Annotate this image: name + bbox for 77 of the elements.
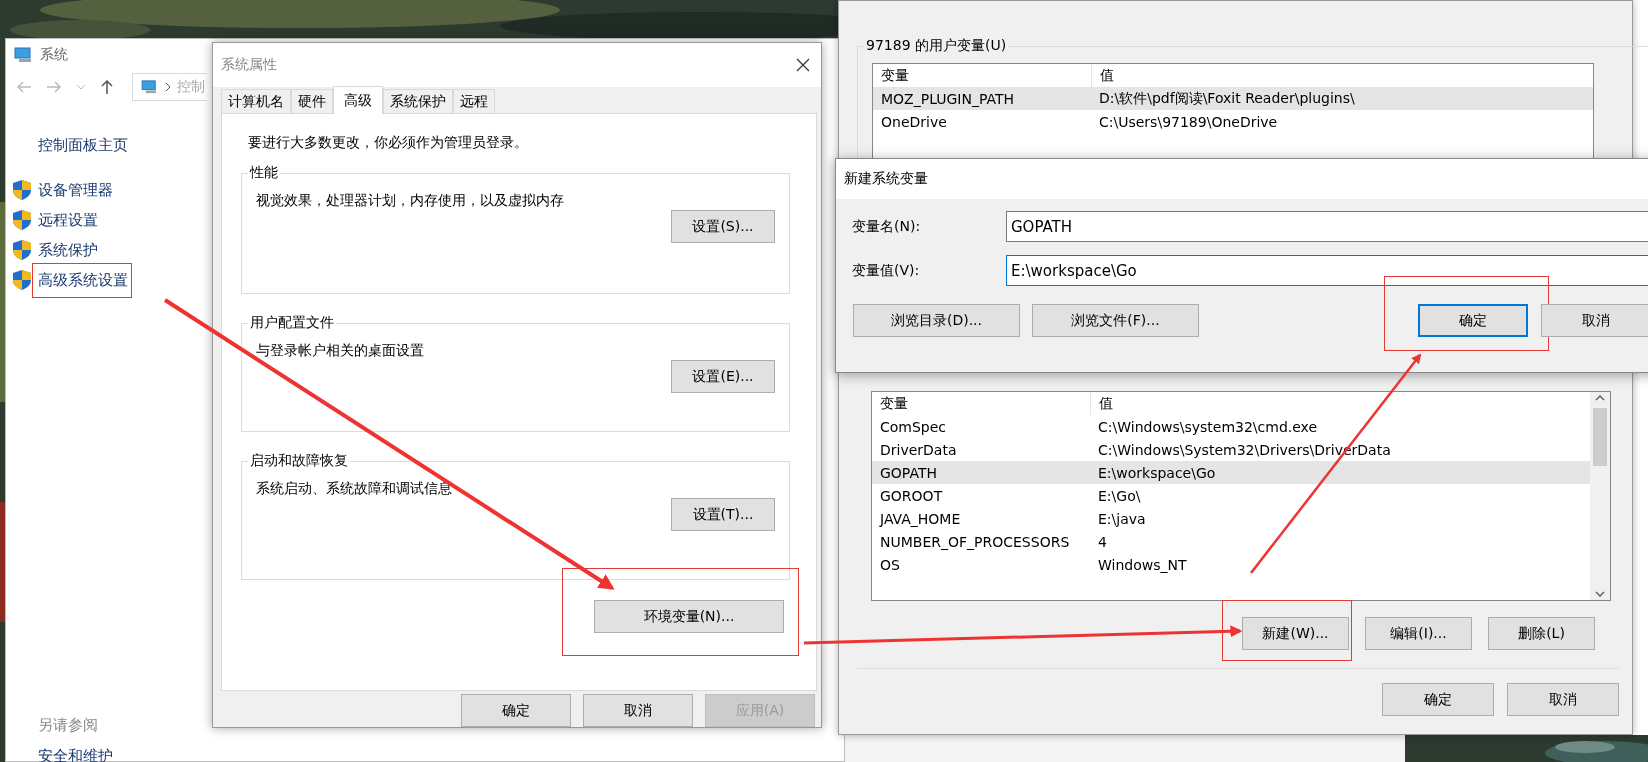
window-title: 系统 xyxy=(40,46,68,64)
settings-button[interactable]: 设置(T)... xyxy=(671,498,775,531)
nav-link[interactable]: 控制面板主页 xyxy=(38,136,128,155)
tab[interactable]: 系统保护 xyxy=(383,89,453,113)
environment-variables-button[interactable]: 环境变量(N)... xyxy=(594,600,784,633)
scroll-down-icon[interactable] xyxy=(1594,588,1606,600)
nav-link[interactable]: 系统保护 xyxy=(38,240,98,259)
input-field[interactable]: GOPATH xyxy=(1006,211,1648,242)
dialog-button[interactable]: 取消 xyxy=(1541,304,1648,337)
variable-value: E:\java xyxy=(1097,510,1146,527)
dialog-button[interactable]: 确定 xyxy=(461,694,571,727)
column-header[interactable]: 值 xyxy=(1091,394,1113,413)
scrollbar[interactable] xyxy=(1590,392,1610,600)
variable-value: D:\软件\pdf阅读\Foxit Reader\plugins\ xyxy=(1098,89,1355,108)
variable-name: OneDrive xyxy=(880,113,948,130)
group-title: 启动和故障恢复 xyxy=(249,452,349,470)
scroll-thumb[interactable] xyxy=(1593,408,1607,466)
shield-icon xyxy=(12,209,32,231)
tab[interactable]: 远程 xyxy=(453,89,495,113)
variable-name: OS xyxy=(879,556,901,573)
tab[interactable]: 计算机名 xyxy=(221,89,291,113)
computer-icon xyxy=(141,80,159,94)
group-title: 用户配置文件 xyxy=(249,314,335,332)
dialog-button[interactable]: 取消 xyxy=(583,694,693,727)
dialog-button[interactable]: 浏览目录(D)... xyxy=(853,304,1020,337)
variable-name: ComSpec xyxy=(879,418,948,435)
back-icon[interactable] xyxy=(16,80,32,94)
variable-name: JAVA_HOME xyxy=(878,510,962,527)
chevron-down-icon[interactable] xyxy=(76,84,86,90)
close-icon[interactable] xyxy=(795,57,811,73)
variable-value: C:\Users\97189\OneDrive xyxy=(1098,113,1278,130)
list-action-button[interactable]: 编辑(I)... xyxy=(1365,617,1472,650)
field-label: 变量名(N): xyxy=(852,217,922,236)
shield-icon xyxy=(12,239,32,261)
shield-icon xyxy=(12,269,32,291)
variable-value: C:\Windows\system32\cmd.exe xyxy=(1097,418,1318,435)
variable-value: E:\workspace\Go xyxy=(1097,464,1216,481)
dialog-button[interactable]: 浏览文件(F)... xyxy=(1032,304,1199,337)
field-label: 变量值(V): xyxy=(852,261,921,280)
input-field[interactable]: E:\workspace\Go xyxy=(1006,255,1648,286)
list-action-button[interactable]: 删除(L) xyxy=(1488,617,1595,650)
chevron-right-icon xyxy=(165,82,171,92)
group-title: 97189 的用户变量(U) xyxy=(865,37,1008,55)
nav-link[interactable]: 远程设置 xyxy=(38,210,98,229)
nav-link[interactable]: 高级系统设置 xyxy=(38,270,128,289)
tab[interactable]: 高级 xyxy=(333,86,383,114)
settings-button[interactable]: 设置(S)... xyxy=(671,210,775,243)
forward-icon[interactable] xyxy=(46,80,62,94)
column-header[interactable]: 值 xyxy=(1092,66,1114,85)
group-title: 性能 xyxy=(248,164,279,182)
address-text: 控制 xyxy=(177,78,205,96)
shield-icon xyxy=(12,179,32,201)
variable-value: E:\Go\ xyxy=(1097,487,1141,504)
tab[interactable]: 硬件 xyxy=(291,89,333,113)
variable-name: GOROOT xyxy=(879,487,944,504)
dialog-button[interactable]: 确定 xyxy=(1382,683,1494,716)
variable-name: MOZ_PLUGIN_PATH xyxy=(880,90,1016,107)
group-description: 与登录帐户相关的桌面设置 xyxy=(256,342,425,360)
window-title: 系统属性 xyxy=(221,56,277,74)
window-title: 新建系统变量 xyxy=(844,170,928,188)
dialog-button[interactable]: 确定 xyxy=(1418,304,1528,337)
section-heading: 另请参阅 xyxy=(38,716,98,735)
computer-icon xyxy=(14,47,34,63)
notice-text: 要进行大多数更改，你必须作为管理员登录。 xyxy=(248,134,529,152)
group-description: 视觉效果，处理器计划，内存使用，以及虚拟内存 xyxy=(256,192,565,210)
settings-button[interactable]: 设置(E)... xyxy=(671,360,775,393)
group-description: 系统启动、系统故障和调试信息 xyxy=(256,480,453,498)
variable-name: NUMBER_OF_PROCESSORS xyxy=(879,533,1071,550)
variable-name: DriverData xyxy=(879,441,958,458)
variable-name: GOPATH xyxy=(879,464,938,481)
variable-value: Windows_NT xyxy=(1097,556,1187,573)
nav-link[interactable]: 设备管理器 xyxy=(38,180,113,199)
column-header[interactable]: 变量 xyxy=(872,392,1091,415)
up-icon[interactable] xyxy=(100,79,114,95)
list-action-button[interactable]: 新建(W)... xyxy=(1242,617,1349,650)
dialog-button[interactable]: 取消 xyxy=(1507,683,1619,716)
variable-value: 4 xyxy=(1097,533,1107,550)
